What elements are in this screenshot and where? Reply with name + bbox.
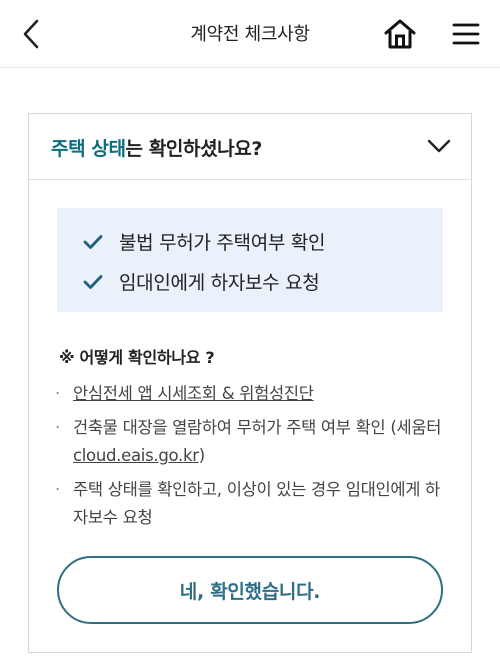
page-title: 계약전 체크사항 bbox=[190, 24, 310, 45]
hamburger-menu-icon bbox=[452, 23, 480, 45]
checklist-item-label: 임대인에게 하자보수 요청 bbox=[119, 272, 320, 294]
how-to-item: · 건축물 대장을 열람하여 무허가 주택 여부 확인 (세움터 cloud.e… bbox=[55, 414, 451, 470]
card-header-toggle[interactable]: 주택 상태는 확인하셨나요? bbox=[29, 114, 471, 180]
checklist-item: 임대인에게 하자보수 요청 bbox=[83, 268, 320, 295]
card-title: 주택 상태는 확인하셨나요? bbox=[51, 134, 262, 161]
checklist-item-label: 불법 무허가 주택여부 확인 bbox=[119, 232, 326, 254]
how-to-item: · 주택 상태를 확인하고, 이상이 있는 경우 임대인에게 하자보수 요청 bbox=[55, 476, 451, 532]
bullet-dot: · bbox=[55, 418, 60, 437]
checkmark-icon bbox=[83, 232, 105, 252]
how-to-item: · 안심전세 앱 시세조회 & 위험성진단 bbox=[55, 380, 451, 408]
checklist-card: 주택 상태는 확인하셨나요? 불법 무허가 주택여부 확인 임대인에게 하자보수… bbox=[28, 113, 472, 653]
how-to-check-title: ※ 어떻게 확인하나요 ? bbox=[59, 348, 215, 367]
home-icon bbox=[384, 19, 416, 49]
menu-button[interactable] bbox=[448, 16, 484, 52]
bullet-dot: · bbox=[55, 384, 60, 403]
how-to-item-text: 주택 상태를 확인하고, 이상이 있는 경우 임대인에게 하자보수 요청 bbox=[73, 480, 440, 527]
checkmark-icon bbox=[83, 272, 105, 292]
card-title-accent: 주택 상태 bbox=[51, 138, 126, 160]
chevron-down-icon bbox=[425, 134, 453, 158]
top-bar: 계약전 체크사항 bbox=[0, 0, 500, 68]
home-button[interactable] bbox=[380, 14, 420, 54]
safe-jeonse-app-link[interactable]: 안심전세 앱 시세조회 & 위험성진단 bbox=[73, 384, 314, 403]
card-title-rest: 는 확인하셨나요? bbox=[125, 138, 263, 160]
checklist-box: 불법 무허가 주택여부 확인 임대인에게 하자보수 요청 bbox=[57, 208, 443, 312]
how-to-item-suffix: ) bbox=[198, 446, 205, 465]
eais-link[interactable]: cloud.eais.go.kr bbox=[73, 446, 199, 465]
how-to-item-text: 건축물 대장을 열람하여 무허가 주택 여부 확인 (세움터 bbox=[73, 418, 442, 437]
checklist-item: 불법 무허가 주택여부 확인 bbox=[83, 228, 326, 255]
confirm-button[interactable]: 네, 확인했습니다. bbox=[57, 556, 443, 624]
bullet-dot: · bbox=[55, 480, 60, 499]
how-to-list: · 안심전세 앱 시세조회 & 위험성진단 · 건축물 대장을 열람하여 무허가… bbox=[55, 380, 451, 538]
